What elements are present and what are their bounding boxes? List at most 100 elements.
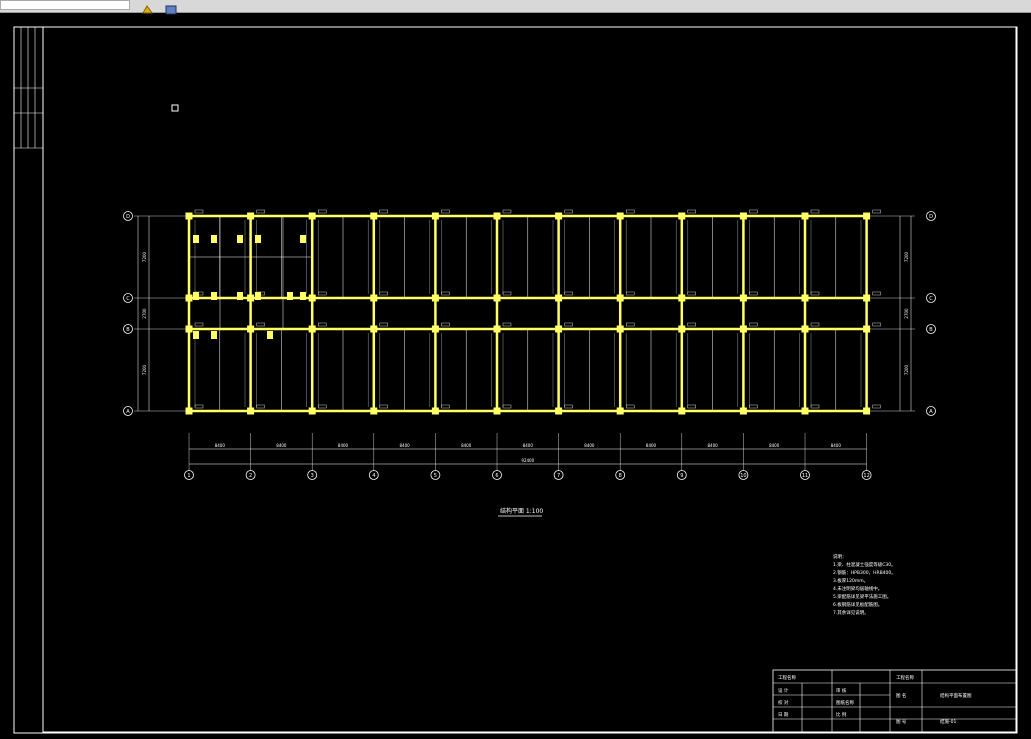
bay-dimension: 8400 bbox=[646, 443, 657, 448]
beam-tag bbox=[441, 291, 450, 296]
row-axis-label: C bbox=[929, 296, 933, 302]
column-axis-label: 7 bbox=[557, 473, 560, 479]
column-axis-label: 12 bbox=[863, 473, 869, 479]
beam-tag bbox=[872, 209, 881, 214]
beam-tag bbox=[872, 291, 881, 296]
svg-text:校 对: 校 对 bbox=[778, 699, 789, 706]
stair-column bbox=[193, 235, 199, 243]
stair-column bbox=[287, 292, 293, 300]
svg-text:4.未注明梁均居轴线中。: 4.未注明梁均居轴线中。 bbox=[833, 585, 882, 592]
column-marker bbox=[493, 294, 501, 302]
stair-column bbox=[237, 292, 243, 300]
svg-text:审 核: 审 核 bbox=[836, 687, 847, 694]
column-axis-label: 4 bbox=[372, 473, 375, 479]
beam-tag bbox=[379, 291, 388, 296]
drawing-canvas[interactable]: 8400 8400 8400 8400 8400 8400 8400 8400 8400 8400… bbox=[0, 13, 1031, 735]
column-marker bbox=[555, 407, 563, 415]
bay-dimension: 8400 bbox=[276, 443, 287, 448]
column-marker bbox=[370, 212, 378, 220]
stair-column bbox=[300, 235, 306, 243]
column-marker bbox=[431, 212, 439, 220]
beam-tag bbox=[564, 291, 573, 296]
beam-tag bbox=[872, 322, 881, 327]
beam-tag bbox=[379, 209, 388, 214]
column-marker bbox=[431, 294, 439, 302]
column-marker bbox=[370, 294, 378, 302]
column-axis-label: 2 bbox=[249, 473, 252, 479]
beam-tag bbox=[502, 322, 512, 327]
stair-column bbox=[267, 331, 273, 339]
beam-tag bbox=[564, 209, 573, 214]
beam-tag bbox=[441, 404, 450, 409]
column-axis-label: 5 bbox=[434, 473, 437, 479]
row-axis-label: B bbox=[929, 327, 933, 333]
bay-dimension: 8400 bbox=[769, 443, 780, 448]
row-axis-label: D bbox=[126, 214, 130, 220]
column-marker bbox=[370, 407, 378, 415]
column-marker bbox=[247, 294, 255, 302]
column-marker bbox=[493, 212, 501, 220]
beam-tag bbox=[626, 322, 635, 327]
layer-properties-icon[interactable] bbox=[141, 0, 153, 14]
row-axis-label: C bbox=[126, 296, 130, 302]
column-marker bbox=[739, 325, 747, 333]
beam-tag bbox=[379, 404, 388, 409]
beam-tag bbox=[502, 404, 512, 409]
stair-column bbox=[211, 331, 217, 339]
beam-tag bbox=[687, 209, 696, 214]
column-marker bbox=[431, 325, 439, 333]
column-axis-label: 10 bbox=[740, 473, 746, 479]
svg-text:日 期: 日 期 bbox=[778, 712, 789, 718]
beam-tag bbox=[749, 404, 758, 409]
row-dimension: 7200 bbox=[904, 251, 909, 262]
beam-tag bbox=[872, 404, 881, 409]
column-axis-label: 8 bbox=[619, 473, 622, 479]
column-marker bbox=[616, 212, 624, 220]
svg-text:图纸名称: 图纸名称 bbox=[836, 699, 854, 706]
beam-tag bbox=[749, 291, 758, 296]
column-marker bbox=[493, 407, 501, 415]
bay-dimension: 8400 bbox=[338, 443, 349, 448]
column-marker bbox=[739, 212, 747, 220]
column-marker bbox=[308, 407, 316, 415]
binding-strip bbox=[14, 27, 43, 149]
column-marker bbox=[616, 294, 624, 302]
svg-text:比 例: 比 例 bbox=[836, 711, 847, 718]
stair-column bbox=[193, 331, 199, 339]
beam-tag bbox=[687, 404, 696, 409]
svg-text:6.板钢筋详见板配筋图。: 6.板钢筋详见板配筋图。 bbox=[833, 601, 882, 608]
beam-tag bbox=[810, 322, 820, 327]
title-block: 工程名称 工程名称 设 计 审 核 校 对 图纸名称 日 期 比 例 图 名 结… bbox=[772, 669, 1017, 733]
beam-tag bbox=[687, 322, 696, 327]
beam-tag bbox=[318, 209, 327, 214]
beam-tag bbox=[810, 291, 820, 296]
svg-text:5.梁配筋详见梁平法施工图。: 5.梁配筋详见梁平法施工图。 bbox=[833, 593, 891, 600]
beam-tag bbox=[194, 322, 204, 327]
row-dimension: 7200 bbox=[142, 251, 147, 262]
layer-state-icon[interactable] bbox=[165, 0, 177, 15]
beam-tag bbox=[194, 404, 204, 409]
column-marker bbox=[308, 325, 316, 333]
beam-tag bbox=[256, 404, 265, 409]
general-notes: 说明： 1.梁、柱混凝土强度等级C30。 2.钢筋：HPB300，HRB400。… bbox=[833, 553, 896, 616]
row-axis-label: B bbox=[126, 327, 130, 333]
beam-tag bbox=[749, 209, 758, 214]
beam-tag bbox=[194, 209, 204, 214]
column-axis-label: 1 bbox=[187, 473, 190, 479]
row-axis-label: A bbox=[126, 409, 130, 415]
bay-dimension: 8400 bbox=[523, 443, 534, 448]
column-marker bbox=[308, 212, 316, 220]
column-marker bbox=[616, 407, 624, 415]
column-axis-label: 9 bbox=[680, 473, 683, 479]
beam-tag bbox=[810, 404, 820, 409]
svg-text:工程名称: 工程名称 bbox=[778, 674, 796, 681]
column-marker bbox=[616, 325, 624, 333]
plan-title: 结构平面 1:100 bbox=[500, 507, 543, 515]
beam-tag bbox=[441, 209, 450, 214]
layer-dropdown[interactable] bbox=[0, 0, 130, 10]
column-marker bbox=[678, 407, 686, 415]
beam-tag bbox=[441, 322, 450, 327]
column-marker bbox=[739, 294, 747, 302]
beam-tag bbox=[318, 404, 327, 409]
svg-text:工程名称: 工程名称 bbox=[896, 674, 914, 681]
